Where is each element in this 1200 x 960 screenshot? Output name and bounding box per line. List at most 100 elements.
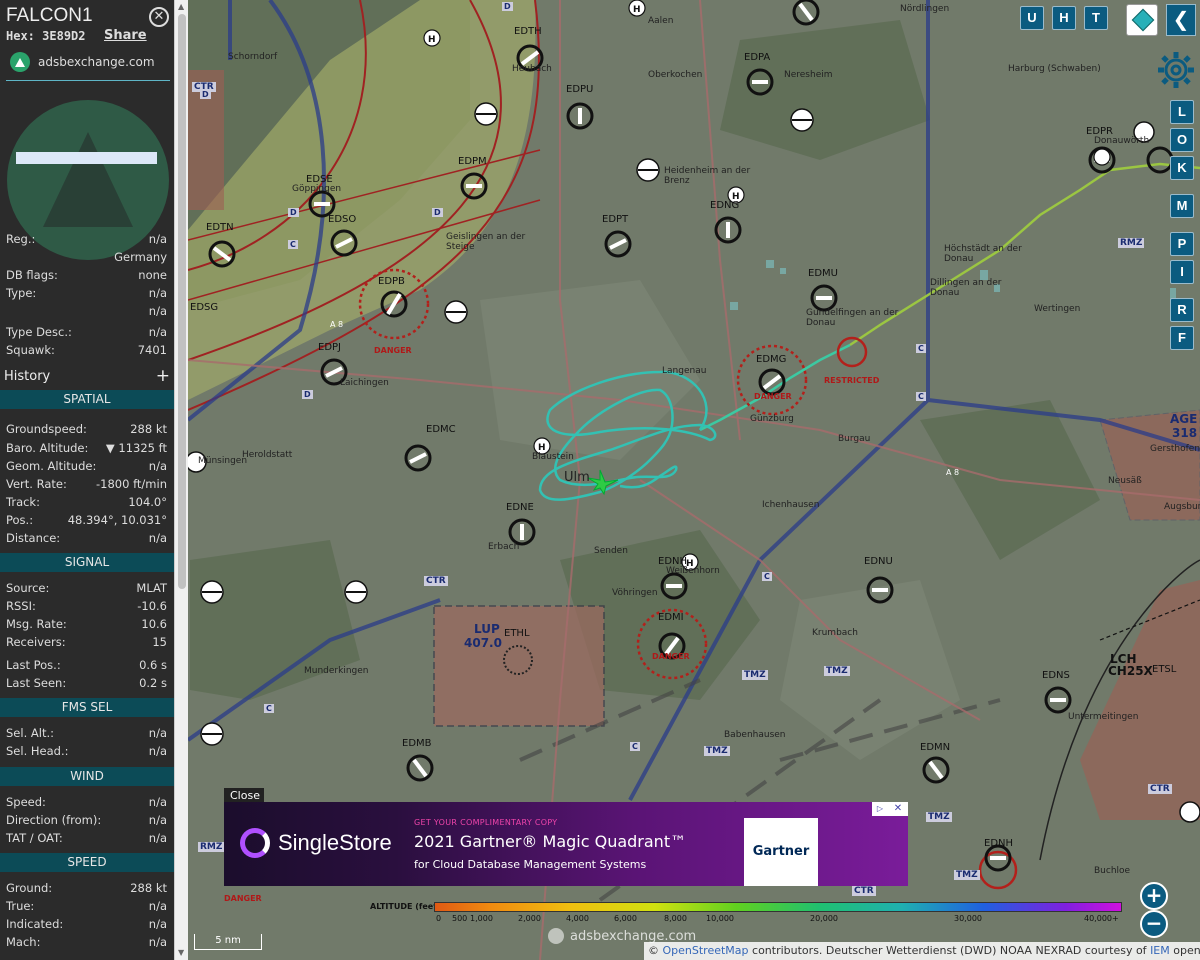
- toggle-o-button[interactable]: O: [1170, 128, 1194, 152]
- scroll-up-icon[interactable]: ▲: [178, 2, 184, 11]
- row-label: Direction (from):: [6, 813, 102, 827]
- wind-row: Speed: n/a: [6, 794, 167, 810]
- row-label: Source:: [6, 581, 50, 595]
- signal-row: Last Pos.: 0.6 s: [6, 657, 167, 673]
- row-value: 104.0°: [128, 495, 167, 509]
- altitude-legend-title: ALTITUDE (feet): [370, 902, 441, 911]
- aircraft-silhouette-icon: [43, 132, 133, 227]
- spatial-row: Vert. Rate: -1800 ft/min: [6, 476, 167, 492]
- info-value: none: [138, 268, 167, 282]
- row-value: n/a: [148, 795, 167, 809]
- info-label: Squawk:: [6, 343, 55, 357]
- ad-dismiss-icon[interactable]: ✕: [888, 802, 908, 816]
- row-label: Indicated:: [6, 917, 64, 931]
- row-value: 15: [152, 635, 167, 649]
- info-row: Squawk: 7401: [6, 342, 167, 358]
- toggle-i-button[interactable]: I: [1170, 260, 1194, 284]
- row-label: Sel. Head.:: [6, 744, 69, 758]
- photo-bar: [16, 152, 157, 164]
- row-value: MLAT: [136, 581, 167, 595]
- row-value: 0.2 s: [139, 676, 167, 690]
- signal-row: Msg. Rate: 10.6: [6, 616, 167, 632]
- ad-subline: for Cloud Database Management Systems: [414, 858, 647, 871]
- scrollbar-thumb[interactable]: [178, 14, 186, 589]
- row-value: n/a: [148, 831, 167, 845]
- info-label: Type:: [6, 286, 37, 300]
- toggle-m-button[interactable]: M: [1170, 194, 1194, 218]
- advertisement-banner[interactable]: SingleStore GET YOUR COMPLIMENTARY COPY …: [224, 802, 908, 886]
- toggle-p-button[interactable]: P: [1170, 232, 1194, 256]
- speed-row: Indicated: n/a: [6, 916, 167, 932]
- sidebar-scrollbar[interactable]: ▲ ▼: [174, 0, 188, 960]
- aircraft-photo-placeholder: [0, 82, 174, 260]
- history-toggle[interactable]: History +: [4, 368, 170, 385]
- collapse-chevron-icon[interactable]: ❮: [1166, 4, 1196, 36]
- row-label: TAT / OAT:: [6, 831, 63, 845]
- info-value: n/a: [148, 325, 167, 339]
- brand-text: adsbexchange.com: [38, 55, 155, 69]
- layers-icon[interactable]: [1126, 4, 1158, 36]
- close-panel-icon[interactable]: ✕: [149, 7, 169, 27]
- adchoices-icon[interactable]: ▷: [872, 802, 888, 816]
- altitude-tick: 2,000: [518, 914, 541, 923]
- spatial-row: Distance: n/a: [6, 530, 167, 546]
- altitude-tick: 6,000: [614, 914, 637, 923]
- row-label: Pos.:: [6, 513, 34, 527]
- row-value: n/a: [148, 726, 167, 740]
- section-speed: SPEED: [0, 853, 174, 872]
- scroll-down-icon[interactable]: ▼: [178, 948, 184, 957]
- altitude-ticks: 0 500 1,000 2,000 4,000 6,000 8,000 10,0…: [434, 914, 1124, 924]
- ad-kicker: GET YOUR COMPLIMENTARY COPY: [414, 818, 558, 827]
- altitude-tick: 20,000: [810, 914, 838, 923]
- zoom-in-button[interactable]: +: [1140, 882, 1168, 910]
- attribution-suffix: openAIP.net: [1173, 944, 1200, 957]
- toggle-f-button[interactable]: F: [1170, 326, 1194, 350]
- row-value: n/a: [148, 899, 167, 913]
- info-row: Type: n/a: [6, 285, 167, 301]
- row-label: Groundspeed:: [6, 422, 87, 436]
- ad-brand: SingleStore: [240, 828, 392, 858]
- toggle-l-button[interactable]: L: [1170, 100, 1194, 124]
- section-fms-sel: FMS SEL: [0, 698, 174, 717]
- hex-line: Hex: 3E89D2: [6, 29, 86, 43]
- row-label: Geom. Altitude:: [6, 459, 97, 473]
- info-row: Reg.: n/a: [6, 231, 167, 247]
- ad-close-button[interactable]: Close: [224, 788, 264, 803]
- plus-icon[interactable]: +: [156, 368, 170, 385]
- singlestore-logo-icon: [240, 828, 270, 858]
- attribution-text: contributors. Deutscher Wetterdienst (DW…: [748, 944, 1151, 957]
- toggle-k-button[interactable]: K: [1170, 156, 1194, 180]
- settings-gear-icon[interactable]: [1154, 48, 1198, 92]
- wind-row: Direction (from): n/a: [6, 812, 167, 828]
- svg-text:H: H: [633, 5, 641, 15]
- hex-label: Hex:: [6, 29, 35, 43]
- row-label: Speed:: [6, 795, 46, 809]
- labels-u-button[interactable]: U: [1020, 6, 1044, 30]
- row-value: 0.6 s: [139, 658, 167, 672]
- row-value: n/a: [148, 935, 167, 949]
- speed-row: Ground: 288 kt: [6, 880, 167, 896]
- fms-row: Sel. Alt.: n/a: [6, 725, 167, 741]
- altitude-tick: 1,000: [470, 914, 493, 923]
- svg-text:H: H: [538, 443, 546, 453]
- labels-h-button[interactable]: H: [1052, 6, 1076, 30]
- osm-link[interactable]: OpenStreetMap: [663, 944, 749, 957]
- row-label: Ground:: [6, 881, 53, 895]
- toggle-r-button[interactable]: R: [1170, 298, 1194, 322]
- row-value: n/a: [148, 531, 167, 545]
- row-label: Baro. Altitude:: [6, 441, 89, 455]
- iem-link[interactable]: IEM: [1150, 944, 1170, 957]
- share-link[interactable]: Share: [104, 28, 147, 43]
- divider: [6, 80, 170, 81]
- altitude-tick: 0: [436, 914, 442, 923]
- zoom-out-button[interactable]: −: [1140, 910, 1168, 938]
- row-value: n/a: [148, 744, 167, 758]
- brand-link[interactable]: adsbexchange.com: [10, 51, 170, 73]
- section-spatial: SPATIAL: [0, 390, 174, 409]
- labels-t-button[interactable]: T: [1084, 6, 1108, 30]
- row-value: 48.394°, 10.031°: [67, 513, 167, 527]
- altitude-tick: 10,000: [706, 914, 734, 923]
- row-value: ▼ 11325 ft: [105, 441, 167, 455]
- info-row: n/a: [6, 303, 167, 319]
- row-label: Mach:: [6, 935, 41, 949]
